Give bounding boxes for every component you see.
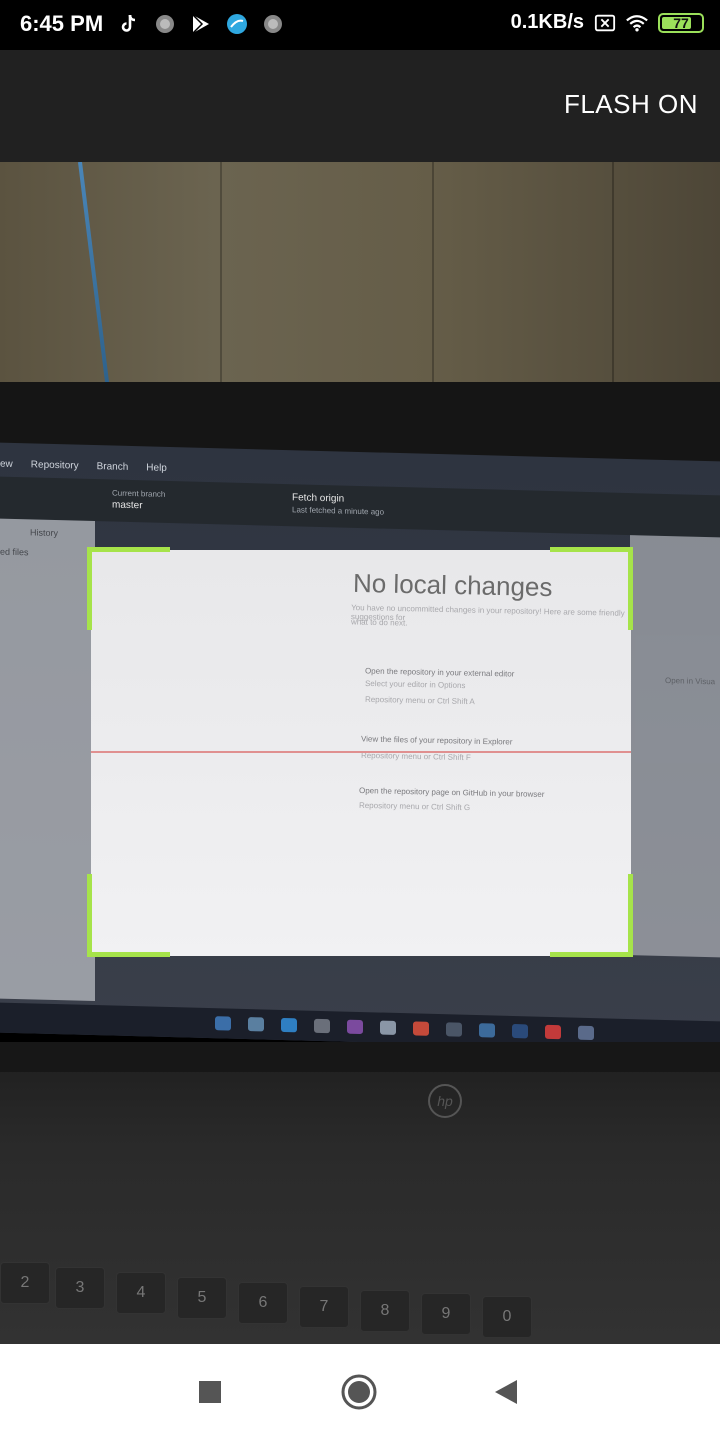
app-icon	[154, 13, 176, 35]
changed-files: ed files	[0, 546, 29, 558]
scan-item-title: Open the repository page on GitHub in yo…	[358, 786, 545, 799]
bubble-icon	[226, 13, 248, 35]
status-bar: 6:45 PM 0.1KB/s 77	[0, 0, 720, 50]
keyboard-key: 2	[0, 1262, 50, 1304]
menu-item: Help	[146, 461, 167, 474]
taskbar-icon	[281, 1017, 297, 1033]
taskbar-icon	[479, 1023, 495, 1038]
battery-level: 77	[673, 14, 689, 31]
hp-logo: hp	[428, 1084, 462, 1118]
taskbar-icon	[413, 1021, 429, 1036]
taskbar-icon	[347, 1019, 363, 1035]
scan-area: No local changes You have no uncommitted…	[91, 550, 631, 956]
scan-item-title: Open the repository in your external edi…	[364, 666, 515, 679]
system-nav-bar	[0, 1344, 720, 1440]
square-icon	[199, 1381, 221, 1403]
frame-corner-top-right	[550, 547, 633, 552]
status-right: 0.1KB/s 77	[511, 11, 704, 34]
frame-corner-bottom-left	[87, 874, 92, 957]
scan-item-sub: Select your editor in Options	[364, 678, 466, 691]
scan-laser-line	[91, 751, 631, 753]
scan-item-title: View the files of your repository in Exp…	[360, 734, 513, 747]
fetch-sub: Last fetched a minute ago	[292, 505, 385, 517]
menu-item: Branch	[96, 460, 129, 473]
flash-toggle-button[interactable]: FLASH ON	[558, 88, 704, 121]
scan-item-hint: Repository menu or Ctrl Shift A	[364, 694, 475, 707]
frame-corner-top-right	[628, 547, 633, 630]
sim-x-icon	[594, 12, 616, 34]
status-time: 6:45 PM	[20, 11, 104, 36]
keyboard-key: 6	[238, 1282, 288, 1324]
desktop-left-pane: History ed files	[0, 518, 95, 1002]
taskbar-icon	[215, 1016, 231, 1031]
taskbar-icon	[446, 1022, 462, 1037]
branch-value: master	[112, 499, 143, 512]
keyboard-key: 0	[482, 1296, 532, 1338]
frame-corner-bottom-right	[550, 952, 633, 957]
frame-corner-top-left	[87, 547, 92, 630]
desktop-right-pane: Open in Visua	[630, 535, 720, 958]
scan-item-hint: Repository menu or Ctrl Shift G	[358, 800, 471, 813]
keyboard-key: 3	[55, 1267, 105, 1309]
laptop-base: hp 2 3 4 5 6 7 8 9 0	[0, 1042, 720, 1344]
frame-corner-top-left	[87, 547, 170, 552]
keyboard-key: 4	[116, 1272, 166, 1314]
history-tab: History	[30, 527, 59, 539]
taskbar-icon	[248, 1017, 264, 1032]
notification-icons	[118, 13, 284, 35]
taskbar-icon	[314, 1018, 330, 1034]
keyboard-key: 7	[299, 1286, 349, 1328]
battery-icon: 77	[658, 12, 704, 33]
wifi-icon	[626, 12, 648, 34]
frame-corner-bottom-right	[628, 874, 633, 957]
circle-icon	[341, 1374, 377, 1410]
keyboard-key: 8	[360, 1290, 410, 1332]
wall-seam	[432, 162, 434, 412]
scan-title: No local changes	[352, 567, 553, 603]
home-button[interactable]	[337, 1370, 381, 1414]
net-speed: 0.1KB/s	[510, 11, 584, 33]
tiktok-icon	[118, 13, 140, 35]
taskbar-icon	[545, 1024, 561, 1040]
back-button[interactable]	[484, 1370, 528, 1414]
back-triangle-icon	[495, 1380, 517, 1404]
recents-button[interactable]	[188, 1370, 232, 1414]
taskbar-icon	[512, 1023, 528, 1039]
wall-seam	[612, 162, 614, 412]
keyboard-key: 9	[421, 1293, 471, 1335]
taskbar-icon	[578, 1025, 594, 1041]
play-store-icon	[190, 13, 212, 35]
fetch-origin: Fetch origin Last fetched a minute ago	[292, 492, 384, 518]
laptop-hinge	[0, 1042, 720, 1072]
scan-subtitle: what to do next.	[350, 617, 408, 628]
menu-item: Repository	[30, 458, 79, 472]
open-in-editor: Open in Visua	[665, 675, 716, 687]
wall-seam	[220, 162, 222, 412]
frame-corner-bottom-left	[87, 952, 170, 957]
menu-item: ew	[0, 458, 13, 470]
taskbar-icon	[380, 1020, 396, 1035]
app-bar: FLASH ON	[0, 50, 720, 162]
keyboard-key: 5	[177, 1277, 227, 1319]
app-icon-2	[262, 13, 284, 35]
current-branch: Current branch master	[112, 488, 165, 513]
